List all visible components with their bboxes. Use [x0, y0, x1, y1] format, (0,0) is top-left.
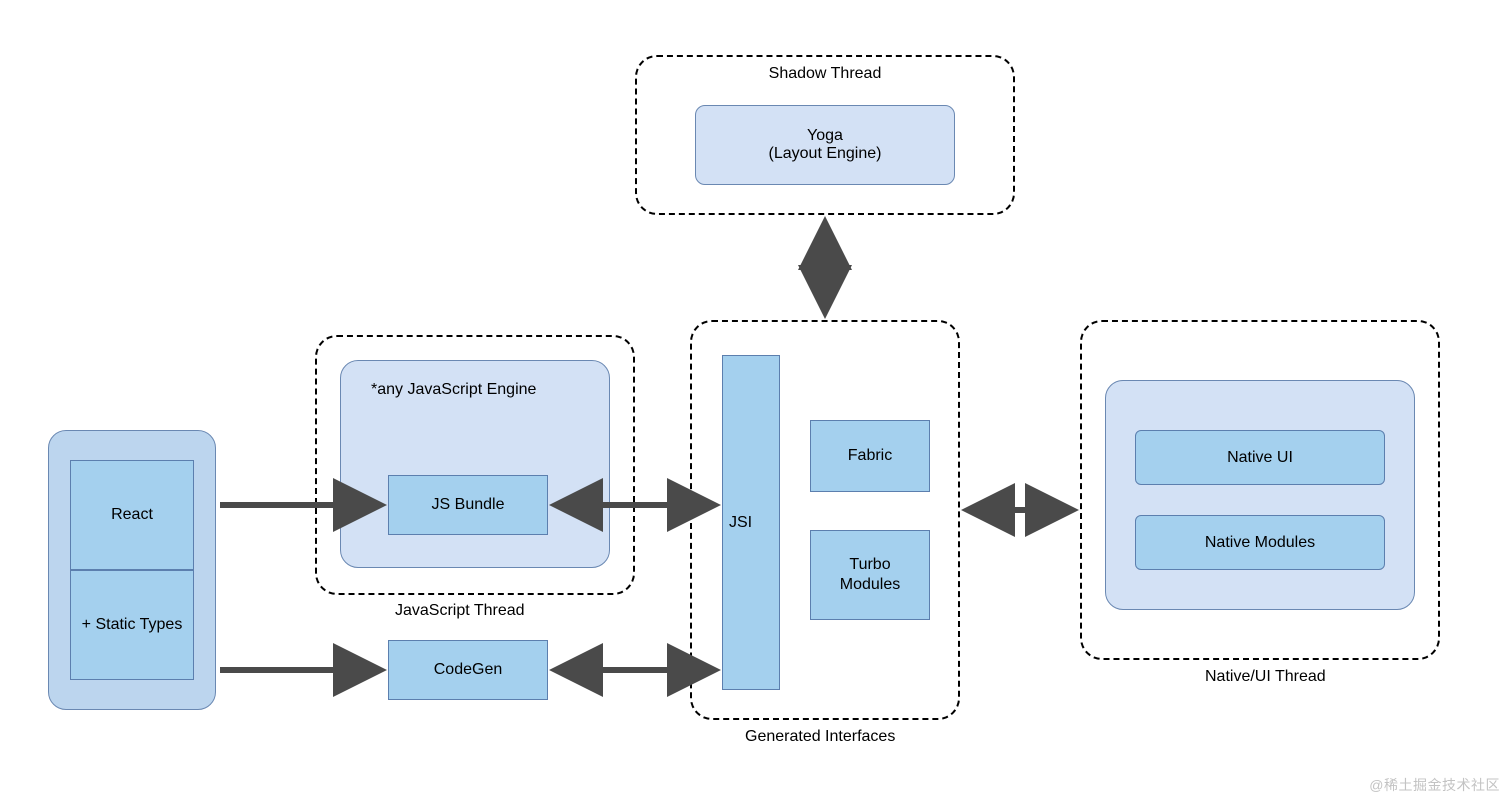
native-thread-label: Native/UI Thread — [1205, 668, 1326, 686]
native-modules-box: Native Modules — [1135, 515, 1385, 570]
react-text: React — [111, 505, 153, 525]
react-box: React — [70, 460, 194, 570]
js-engine-panel: *any JavaScript Engine — [340, 360, 610, 568]
fabric-box: Fabric — [810, 420, 930, 492]
native-ui-box: Native UI — [1135, 430, 1385, 485]
js-bundle-text: JS Bundle — [432, 495, 505, 515]
static-types-text: + Static Types — [82, 615, 183, 635]
generated-interfaces-label: Generated Interfaces — [745, 728, 895, 746]
turbo-modules-box: Turbo Modules — [810, 530, 930, 620]
codegen-box: CodeGen — [388, 640, 548, 700]
yoga-line1: Yoga — [807, 127, 843, 145]
native-modules-text: Native Modules — [1205, 533, 1315, 553]
js-bundle-box: JS Bundle — [388, 475, 548, 535]
js-engine-label: *any JavaScript Engine — [371, 381, 536, 399]
javascript-thread-label: JavaScript Thread — [395, 602, 525, 620]
jsi-text: JSI — [729, 513, 752, 533]
native-ui-text: Native UI — [1227, 448, 1293, 468]
watermark-text: @稀土掘金技术社区 — [1369, 775, 1500, 795]
codegen-text: CodeGen — [434, 660, 503, 680]
shadow-thread-label: Shadow Thread — [769, 65, 882, 83]
native-panel — [1105, 380, 1415, 610]
fabric-text: Fabric — [848, 446, 892, 466]
static-types-box: + Static Types — [70, 570, 194, 680]
yoga-line2: (Layout Engine) — [769, 145, 882, 163]
yoga-panel: Yoga (Layout Engine) — [695, 105, 955, 185]
turbo-modules-text: Turbo Modules — [840, 555, 900, 595]
jsi-box: JSI — [722, 355, 780, 690]
